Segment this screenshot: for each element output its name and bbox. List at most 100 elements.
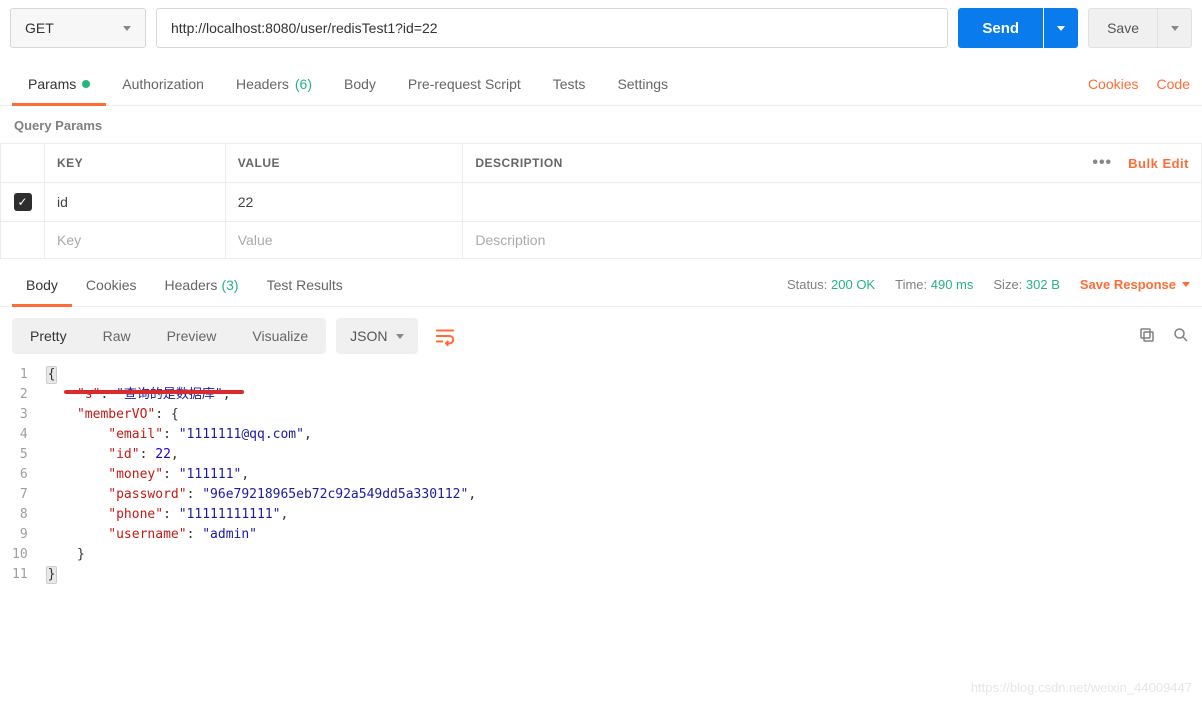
tab-label: Authorization	[122, 76, 204, 92]
tab-label: Headers	[236, 76, 289, 92]
response-tab-body[interactable]: Body	[12, 263, 72, 306]
http-method-value: GET	[25, 20, 54, 36]
annotation-underline	[64, 390, 244, 394]
tab-label: Headers	[165, 277, 218, 293]
view-visualize[interactable]: Visualize	[234, 318, 326, 354]
save-button-dropdown[interactable]	[1158, 8, 1192, 48]
chevron-down-icon	[1057, 26, 1065, 31]
tab-tests[interactable]: Tests	[537, 62, 602, 105]
line-number: 9	[12, 525, 28, 545]
param-description-cell[interactable]: Description	[463, 222, 1202, 259]
tab-params[interactable]: Params	[12, 62, 106, 105]
key-column-header: KEY	[45, 144, 226, 183]
response-size: Size: 302 B	[993, 277, 1060, 292]
line-number: 3	[12, 405, 28, 425]
view-raw[interactable]: Raw	[85, 318, 149, 354]
param-key-cell[interactable]: id	[45, 183, 226, 222]
tab-label: Body	[344, 76, 376, 92]
tab-label: Body	[26, 277, 58, 293]
tab-body[interactable]: Body	[328, 62, 392, 105]
table-row-new: KeyValueDescription	[1, 222, 1202, 259]
tab-label: Pre-request Script	[408, 76, 521, 92]
chevron-down-icon	[396, 334, 404, 339]
tab-count: (3)	[221, 277, 238, 293]
save-response-label: Save Response	[1080, 277, 1176, 292]
code-line: "phone": "11111111111",	[46, 505, 1190, 525]
checkbox-column-header	[1, 144, 45, 183]
line-number: 7	[12, 485, 28, 505]
tab-settings[interactable]: Settings	[601, 62, 684, 105]
bulk-edit-link[interactable]: Bulk Edit	[1128, 156, 1189, 171]
send-button-group: Send	[958, 8, 1078, 48]
row-checkbox[interactable]: ✓	[14, 193, 32, 211]
response-format-select[interactable]: JSON	[336, 318, 417, 354]
param-value-cell[interactable]: 22	[225, 183, 463, 222]
active-indicator-dot	[82, 80, 90, 88]
line-number: 8	[12, 505, 28, 525]
response-view-selector: PrettyRawPreviewVisualize	[12, 318, 326, 354]
response-time: Time: 490 ms	[895, 277, 973, 292]
chevron-down-icon	[1171, 26, 1179, 31]
response-tab-cookies[interactable]: Cookies	[72, 263, 151, 306]
code-line: "username": "admin"	[46, 525, 1190, 545]
tab-label: Test Results	[267, 277, 343, 293]
code-link[interactable]: Code	[1157, 76, 1190, 92]
line-number: 2	[12, 385, 28, 405]
view-pretty[interactable]: Pretty	[12, 318, 85, 354]
code-line: "money": "111111",	[46, 465, 1190, 485]
response-tab-headers[interactable]: Headers(3)	[151, 263, 253, 306]
param-value-cell[interactable]: Value	[225, 222, 463, 259]
meta-label: Status:	[787, 277, 831, 292]
view-preview[interactable]: Preview	[149, 318, 235, 354]
code-line: "password": "96e79218965eb72c92a549dd5a3…	[46, 485, 1190, 505]
code-line: }	[46, 565, 1190, 585]
response-body-viewer[interactable]: 1234567891011 { "s": "查询的是数据库", "memberV…	[0, 365, 1202, 605]
meta-label: Size:	[993, 277, 1026, 292]
table-row: ✓ id22	[1, 183, 1202, 222]
meta-value: 200 OK	[831, 277, 875, 292]
response-tabs: Body Cookies Headers(3) Test Results Status:…	[0, 263, 1202, 307]
param-key-cell[interactable]: Key	[45, 222, 226, 259]
line-number: 1	[12, 365, 28, 385]
query-params-heading: Query Params	[0, 106, 1202, 143]
code-line: "email": "1111111@qq.com",	[46, 425, 1190, 445]
tab-headers[interactable]: Headers(6)	[220, 62, 328, 105]
param-description-cell[interactable]	[463, 183, 1202, 222]
response-status: Status: 200 OK	[787, 277, 875, 292]
chevron-down-icon	[123, 26, 131, 31]
cookies-link[interactable]: Cookies	[1088, 76, 1139, 92]
send-button[interactable]: Send	[958, 8, 1043, 48]
code-line: "id": 22,	[46, 445, 1190, 465]
copy-response-button[interactable]	[1138, 326, 1156, 347]
response-format-value: JSON	[350, 328, 387, 344]
tab-label: Cookies	[86, 277, 137, 293]
code-line: }	[46, 545, 1190, 565]
value-column-header: VALUE	[225, 144, 463, 183]
tab-authorization[interactable]: Authorization	[106, 62, 220, 105]
response-body-code: { "s": "查询的是数据库", "memberVO": { "email":…	[46, 365, 1190, 585]
request-tabs: Params Authorization Headers(6) Body Pre-req…	[0, 62, 1202, 106]
line-number: 6	[12, 465, 28, 485]
wrap-lines-button[interactable]	[428, 317, 462, 355]
response-tab-test-results[interactable]: Test Results	[253, 263, 357, 306]
save-button-group: Save	[1088, 8, 1192, 48]
line-number-gutter: 1234567891011	[12, 365, 46, 585]
code-line: {	[46, 365, 1190, 385]
http-method-select[interactable]: GET	[10, 8, 146, 48]
query-params-table: KEY VALUE DESCRIPTION ••• Bulk Edit ✓ id2…	[0, 143, 1202, 259]
tab-pre-request-script[interactable]: Pre-request Script	[392, 62, 537, 105]
description-column-header: DESCRIPTION ••• Bulk Edit	[463, 144, 1202, 183]
more-options-icon[interactable]: •••	[1092, 154, 1112, 172]
request-url-input[interactable]	[156, 8, 948, 48]
save-response-button[interactable]: Save Response	[1080, 277, 1190, 292]
description-label: DESCRIPTION	[475, 156, 563, 170]
search-response-button[interactable]	[1172, 326, 1190, 347]
tab-label: Settings	[617, 76, 668, 92]
line-number: 5	[12, 445, 28, 465]
meta-label: Time:	[895, 277, 931, 292]
line-number: 11	[12, 565, 28, 585]
response-toolbar: PrettyRawPreviewVisualize JSON	[0, 307, 1202, 365]
save-button[interactable]: Save	[1088, 8, 1158, 48]
send-button-dropdown[interactable]	[1044, 8, 1078, 48]
chevron-down-icon	[1182, 282, 1190, 287]
